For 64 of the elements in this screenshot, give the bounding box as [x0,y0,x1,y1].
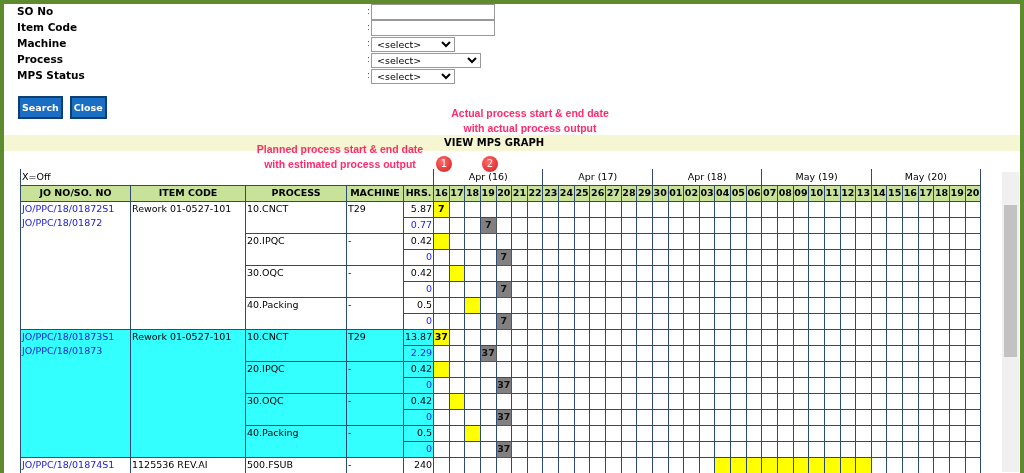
colon-separator: : [367,5,371,19]
hours-cell: 5.87 [403,201,434,217]
input-field[interactable] [371,20,495,36]
week-header: Apr (17) [542,169,653,185]
hours-cell: 0.42 [403,233,434,249]
input-field[interactable] [371,4,495,20]
hours-cell: 0.42 [403,265,434,281]
select-field[interactable]: <select> [371,68,455,84]
process-cell: 10.CNCT [245,329,347,361]
select-field[interactable]: <select> [371,52,481,68]
scrollbar[interactable] [1002,172,1019,472]
process-cell: 30.OQC [245,393,347,425]
hours-cell: 0 [403,281,434,297]
search-button[interactable]: Search [18,96,63,119]
process-cell: 10.CNCT [245,201,347,233]
item-code-cell: Rework 01-0527-101 [130,329,246,457]
job-order-link[interactable]: JO/PPC/18/01874S1 [22,458,129,472]
field-label: Machine [17,36,68,52]
callout-text: Actual process start & end date with actual process output [451,106,609,136]
machine-cell: - [346,393,404,425]
machine-cell: - [346,457,404,473]
week-header: May (20) [871,169,981,185]
colon-separator: : [367,37,371,51]
select-field[interactable]: <select> [371,36,455,52]
colon-separator: : [367,21,371,35]
scrollbar-thumb[interactable] [1004,205,1017,357]
field-label: SO No [17,4,55,20]
callout-text: Planned process start & end date with estimated process output [256,142,424,172]
field-label: Process [17,52,64,68]
legend-text: X=Off [20,169,434,185]
machine-cell: - [346,425,404,457]
field-label: MPS Status [17,68,86,84]
job-order-link[interactable]: JO/PPC/18/01872S1 [22,202,129,216]
process-cell: 30.OQC [245,265,347,297]
week-header: May (19) [761,169,872,185]
graph-link[interactable]: VIEW MPS GRAPH [444,135,545,151]
machine-cell: - [346,233,404,265]
job-order-link[interactable]: JO/PPC/18/01873 [22,343,129,358]
week-header: Apr (18) [652,169,762,185]
machine-cell: T29 [346,329,404,361]
hours-cell: 0 [403,313,434,329]
item-code-cell: 1125536 REV.AI [130,457,246,473]
week-header: Apr (16) [433,169,543,185]
machine-cell: - [346,361,404,393]
field-label: Item Code [17,20,79,36]
process-cell: 20.IPQC [245,361,347,393]
hours-cell: 0.77 [403,217,434,233]
close-button[interactable]: Close [69,96,107,119]
number-badge: 1 [436,156,452,172]
process-cell: 500.FSUB [245,457,347,473]
process-cell: 40.Packing [245,297,347,329]
hours-cell: 0.5 [403,297,434,313]
item-code-cell: Rework 01-0527-101 [130,201,246,329]
colon-separator: : [367,53,371,67]
machine-cell: T29 [346,201,404,233]
process-cell: 20.IPQC [245,233,347,265]
job-order-link[interactable]: JO/PPC/18/01873S1 [22,330,129,344]
colon-separator: : [367,69,371,83]
hours-cell: 0 [403,249,434,265]
machine-cell: - [346,265,404,297]
job-order-link[interactable]: JO/PPC/18/01872 [22,215,129,230]
machine-cell: - [346,297,404,329]
number-badge: 2 [482,156,498,172]
process-cell: 40.Packing [245,425,347,457]
